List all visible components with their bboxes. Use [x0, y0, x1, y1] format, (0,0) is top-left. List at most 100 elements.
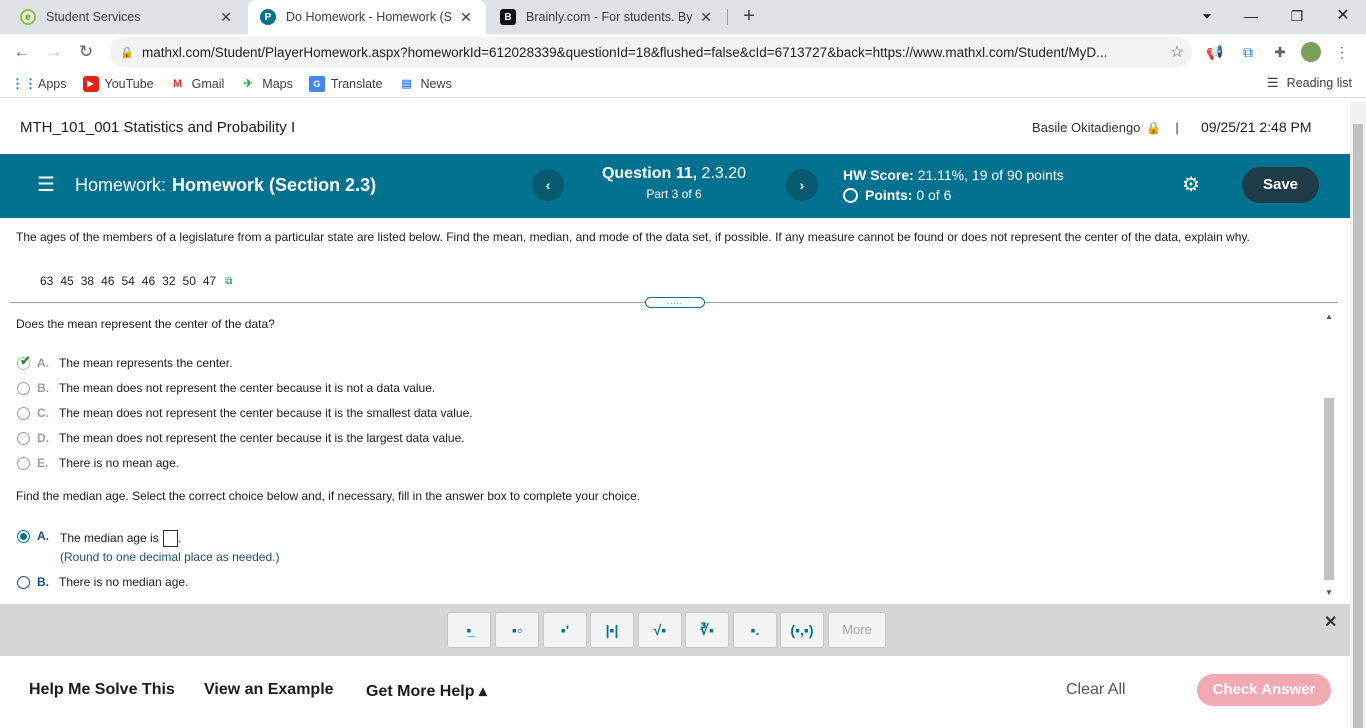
view-example-button[interactable]: View an Example — [204, 681, 334, 699]
median-choice-b[interactable]: B. There is no median age. — [17, 574, 188, 590]
extension-megaphone-icon[interactable]: 📢 — [1205, 42, 1225, 62]
bookmark-news[interactable]: ▤ News — [399, 76, 451, 92]
homework-name: Homework (Section 2.3) — [172, 175, 377, 195]
bookmark-youtube[interactable]: ▶ YouTube — [82, 75, 154, 92]
choice-letter: B. — [37, 575, 49, 589]
help-me-solve-button[interactable]: Help Me Solve This — [29, 681, 175, 699]
radio-button[interactable] — [17, 381, 30, 395]
tab-title: Student Services — [46, 10, 141, 24]
student-services-favicon-icon: e — [20, 9, 36, 25]
decimal-button[interactable]: ▪. — [733, 612, 777, 648]
close-tab-icon[interactable]: ✕ — [218, 9, 234, 26]
radio-button[interactable] — [17, 431, 30, 445]
answer-suffix: . — [177, 531, 182, 545]
tab-student-services[interactable]: e Student Services ✕ — [8, 0, 246, 34]
ordered-pair-button[interactable]: (▪,▪) — [780, 612, 824, 648]
gmail-icon: M — [173, 77, 183, 90]
close-window-icon[interactable]: ✕ — [1320, 0, 1366, 34]
extensions-puzzle-icon[interactable]: ✚ — [1270, 42, 1290, 62]
more-button[interactable]: More — [828, 612, 886, 648]
data-value: 46 — [101, 274, 115, 288]
fraction-button[interactable]: ▪̲ — [447, 612, 491, 648]
correct-check-icon: ✔ — [20, 352, 31, 368]
reading-list[interactable]: ☰ Reading list — [1267, 75, 1352, 91]
scrollbar-thumb[interactable] — [1353, 124, 1363, 728]
nth-root-button[interactable]: ∛▪ — [685, 612, 729, 648]
choice-text: The median age is — [60, 531, 159, 545]
radio-button[interactable]: ✔ — [17, 353, 31, 370]
question-text: The ages of the members of a legislature… — [16, 230, 1250, 244]
mean-choice-a[interactable]: ✔ A. The mean represents the center. — [17, 353, 232, 371]
bookmark-translate[interactable]: G Translate — [308, 75, 383, 92]
clear-all-button[interactable]: Clear All — [1066, 681, 1126, 699]
homework-bar: ☰ Homework: Homework (Section 2.3) ‹ Ques… — [0, 154, 1350, 218]
forward-icon[interactable]: → — [42, 40, 66, 64]
median-answer-box[interactable] — [162, 529, 178, 547]
data-value: 45 — [60, 274, 74, 288]
close-toolbar-icon[interactable]: ✕ — [1324, 612, 1337, 632]
get-more-help-button[interactable]: Get More Help ▴ — [366, 681, 487, 701]
user-info[interactable]: Basile Okitadiengo 🔒 | — [1032, 120, 1193, 135]
address-bar[interactable]: 🔒 mathxl.com/Student/PlayerHomework.aspx… — [110, 37, 1192, 67]
choice-letter: B. — [37, 381, 49, 395]
question-ref: 2.3.20 — [701, 165, 747, 182]
mean-choice-e[interactable]: E. There is no mean age. — [17, 455, 179, 471]
page-scrollbar[interactable] — [1350, 102, 1366, 728]
tab-search-icon[interactable]: ⏷ — [1184, 0, 1230, 34]
url-text[interactable]: mathxl.com/Student/PlayerHomework.aspx?h… — [142, 45, 1162, 60]
homework-title: Homework: Homework (Section 2.3) — [75, 175, 376, 196]
radio-button[interactable] — [17, 456, 30, 470]
data-set: 63 45 38 46 54 46 32 50 47 ⧉ — [40, 274, 232, 288]
bookmark-gmail[interactable]: M Gmail — [170, 76, 224, 92]
square-root-button[interactable]: √▪ — [638, 612, 682, 648]
tab-title: Brainly.com - For students. By stu — [526, 10, 692, 24]
copy-data-icon[interactable]: ⧉ — [225, 276, 232, 287]
minimize-icon[interactable]: — — [1228, 0, 1274, 34]
choice-text: There is no median age. — [59, 575, 189, 589]
restore-icon[interactable]: ❐ — [1274, 0, 1320, 34]
points-value: 0 of 6 — [916, 187, 952, 203]
choice-letter: A. — [37, 529, 49, 543]
reading-list-label: Reading list — [1286, 76, 1352, 90]
mean-choice-d[interactable]: D. The mean does not represent the cente… — [17, 430, 465, 446]
close-tab-icon[interactable]: ✕ — [458, 9, 474, 26]
bookmarks-bar: ⋮⋮ Apps ▶ YouTube M Gmail ✈ Maps G Trans… — [0, 70, 1366, 98]
scrollbar-thumb[interactable] — [1324, 398, 1334, 580]
scroll-up-icon[interactable]: ▲ — [1322, 312, 1336, 321]
reload-icon[interactable]: ↻ — [74, 40, 98, 64]
mixed-number-button[interactable]: ▪▫ — [495, 612, 539, 648]
close-tab-icon[interactable]: ✕ — [698, 9, 714, 26]
bookmark-label: Translate — [330, 76, 383, 91]
bookmark-apps[interactable]: ⋮⋮ Apps — [11, 76, 67, 92]
hamburger-menu-icon[interactable]: ☰ — [37, 174, 55, 196]
back-icon[interactable]: ← — [10, 40, 34, 64]
absolute-value-button[interactable]: |▪| — [590, 612, 634, 648]
tab-do-homework[interactable]: P Do Homework - Homework (Sect ✕ — [248, 0, 486, 34]
exponent-button[interactable]: ▪' — [543, 612, 587, 648]
choice-text: There is no mean age. — [59, 456, 180, 470]
bookmark-maps[interactable]: ✈ Maps — [240, 76, 293, 92]
profile-avatar[interactable] — [1301, 42, 1321, 62]
hw-score-label: HW Score: — [843, 167, 914, 183]
mean-choice-b[interactable]: B. The mean does not represent the cente… — [17, 380, 435, 396]
extension-translate-icon[interactable]: ⧉ — [1238, 42, 1258, 62]
scroll-down-icon[interactable]: ▼ — [1322, 588, 1336, 597]
choice-letter: A. — [37, 356, 49, 370]
median-choice-a[interactable]: A. — [17, 528, 59, 544]
settings-gear-icon[interactable]: ⚙ — [1180, 174, 1202, 196]
question-part: Part 3 of 6 — [646, 187, 702, 201]
resize-handle[interactable]: ..... — [645, 297, 705, 308]
reading-list-icon: ☰ — [1267, 75, 1279, 90]
more-menu-icon[interactable]: ⋮ — [1332, 42, 1352, 62]
save-button[interactable]: Save — [1242, 167, 1319, 203]
mean-choice-c[interactable]: C. The mean does not represent the cente… — [17, 405, 473, 421]
new-tab-icon[interactable]: + — [737, 4, 761, 28]
next-question-button[interactable]: › — [786, 169, 818, 201]
radio-button-selected[interactable] — [17, 529, 30, 543]
tab-brainly[interactable]: B Brainly.com - For students. By stu ✕ — [488, 0, 726, 34]
radio-button[interactable] — [17, 575, 30, 589]
radio-button[interactable] — [17, 406, 30, 420]
answer-pane-scrollbar[interactable]: ▲ ▼ — [1322, 310, 1336, 600]
bookmark-star-icon[interactable]: ☆ — [1162, 42, 1192, 62]
check-answer-button[interactable]: Check Answer — [1197, 674, 1331, 706]
